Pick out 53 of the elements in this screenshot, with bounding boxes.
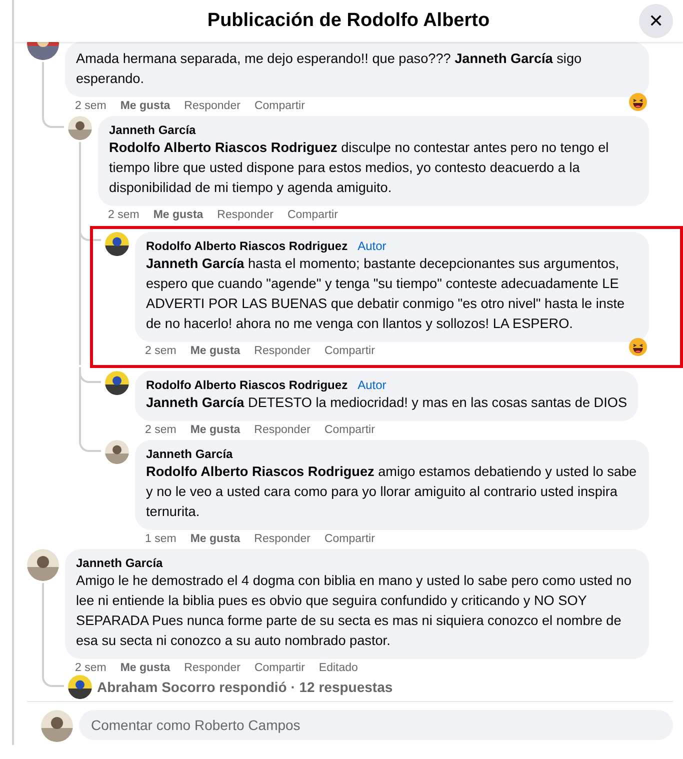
author-name[interactable]: Rodolfo Alberto Riascos Rodriguez bbox=[146, 239, 348, 254]
comment-text: Janneth García hasta el momento; bastante decepcionantes sus argumentos, espero que cuando "agende" y tenga "su tiempo" conteste adecuadamente LE ADVERTI POR LAS BUENAS que debatir conmigo "es otro nivel" hasta le inste de no hacerlo! ahora no me venga con llantos y sollozos! LA ESPERO. bbox=[146, 255, 626, 333]
author-name[interactable]: Janneth García bbox=[76, 556, 163, 571]
comment-text: Rodolfo Alberto Riascos Rodriguez amigo estamos debatiendo y usted lo sabe y no le veo a usted cara como para yo llorar amiguito al contrario usted inspira ternurita. bbox=[146, 463, 638, 521]
reply-button[interactable]: Responder bbox=[217, 209, 274, 221]
author-name[interactable]: Janneth García bbox=[146, 447, 233, 462]
comment-text: Janneth García DETESTO la mediocridad! y mas en las cosas santas de DIOS bbox=[146, 394, 628, 412]
author-label: Autor bbox=[358, 239, 386, 253]
like-button[interactable]: Me gusta bbox=[120, 100, 170, 112]
comment-text: Amigo le he demostrado el 4 dogma con biblia en mano y usted lo sabe pero como usted no lee ni entiende la biblia pues es obvio que seguira confundido y criticando y NO SOY SEPARADA Pues nunca forme parte de su secta es mas ni siquiera conozco el nombre de esa su secta ni conozco a su auto nombrado pastor. bbox=[76, 572, 632, 650]
share-button[interactable]: Compartir bbox=[287, 209, 338, 221]
author-name[interactable]: Rodolfo Alberto Riascos Rodriguez bbox=[146, 378, 348, 393]
share-button[interactable]: Compartir bbox=[254, 100, 305, 112]
like-button[interactable]: Me gusta bbox=[120, 662, 170, 674]
comment-text: Amada hermana separada, me dejo esperando!! que paso??? Janneth García sigo esperando. bbox=[76, 50, 583, 88]
reply-button[interactable]: Responder bbox=[254, 533, 310, 545]
reply-button[interactable]: Responder bbox=[254, 424, 310, 436]
avatar[interactable] bbox=[68, 116, 92, 140]
share-button[interactable]: Compartir bbox=[324, 533, 375, 545]
laughing-emoji-icon[interactable] bbox=[629, 93, 647, 111]
avatar[interactable] bbox=[105, 440, 129, 464]
avatar[interactable] bbox=[105, 232, 129, 256]
author-name[interactable]: Janneth García bbox=[109, 123, 196, 138]
thread-connector bbox=[79, 367, 101, 383]
author-label: Autor bbox=[358, 378, 386, 392]
close-button[interactable]: ✕ bbox=[639, 4, 673, 38]
thread-connector bbox=[79, 225, 101, 241]
like-button[interactable]: Me gusta bbox=[190, 533, 240, 545]
dialog-title: Publicación de Rodolfo Alberto bbox=[207, 10, 490, 32]
like-button[interactable]: Me gusta bbox=[153, 209, 204, 221]
reply-button[interactable]: Responder bbox=[184, 662, 240, 674]
avatar[interactable] bbox=[41, 710, 73, 742]
comment-text: Rodolfo Alberto Riascos Rodriguez disculpe no contestar antes pero no tengo el tiempo libre que usted dispone para estos medios, yo contesto deacuerdo a la disponibilidad de mi tiempo y agenda amiguito. bbox=[109, 139, 610, 197]
reply-button[interactable]: Responder bbox=[254, 345, 310, 357]
share-button[interactable]: Compartir bbox=[254, 662, 305, 674]
comment-time[interactable]: 2 sem bbox=[108, 209, 140, 221]
share-button[interactable]: Compartir bbox=[324, 424, 375, 436]
avatar[interactable] bbox=[27, 549, 59, 581]
avatar[interactable] bbox=[68, 675, 92, 699]
avatar[interactable] bbox=[105, 371, 129, 395]
comment-time[interactable]: 2 sem bbox=[145, 345, 176, 357]
laughing-emoji-icon[interactable] bbox=[629, 338, 647, 356]
like-button[interactable]: Me gusta bbox=[190, 345, 240, 357]
share-button[interactable]: Compartir bbox=[324, 345, 375, 357]
comment-time[interactable]: 2 sem bbox=[75, 100, 106, 112]
comment-field[interactable]: Comentar como Roberto Campos bbox=[79, 710, 673, 740]
comment-time[interactable]: 2 sem bbox=[75, 662, 106, 674]
reply-button[interactable]: Responder bbox=[184, 100, 240, 112]
edited-label: Editado bbox=[318, 662, 358, 674]
comment-time[interactable]: 1 sem bbox=[145, 533, 176, 545]
replies-link[interactable]: Abraham Socorro respondió · 12 respuestas bbox=[97, 678, 393, 696]
like-button[interactable]: Me gusta bbox=[190, 424, 240, 436]
comment-time[interactable]: 2 sem bbox=[145, 424, 176, 436]
